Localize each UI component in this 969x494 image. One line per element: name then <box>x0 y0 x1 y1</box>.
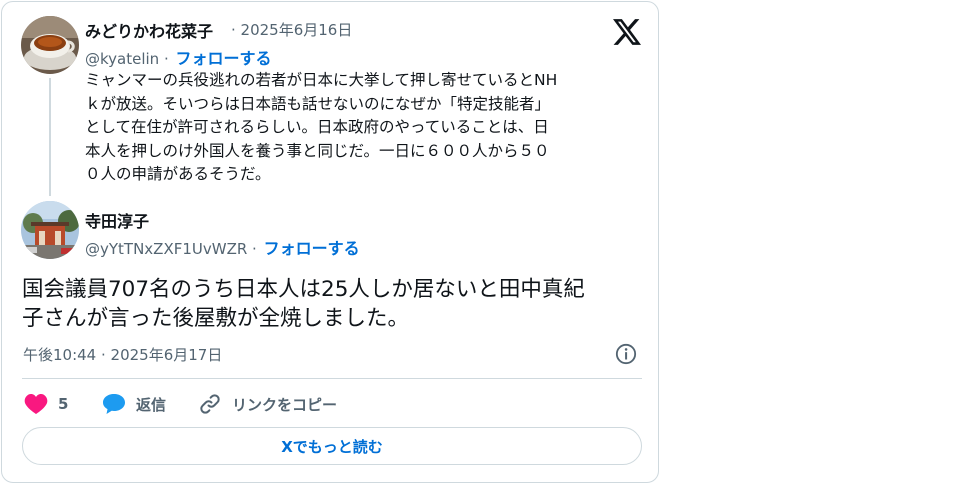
quoted-author-handle[interactable]: @kyatelin · <box>85 50 169 68</box>
quoted-text-line: として在住が許可されるらしい。日本政府のやっていることは、日 <box>85 118 549 136</box>
copy-link-label: リンクをコピー <box>232 395 338 414</box>
avatar[interactable] <box>21 201 79 259</box>
post-timestamp[interactable]: 午後10:44 · 2025年6月17日 <box>23 344 222 365</box>
post-text-line: 国会議員707名のうち日本人は25人しか居ないと田中真紀 <box>22 277 585 302</box>
divider <box>22 378 642 379</box>
link-icon <box>200 394 220 414</box>
speech-bubble-icon <box>103 394 125 414</box>
reply-button[interactable]: 返信 <box>102 391 166 417</box>
reply-label: 返信 <box>136 395 167 414</box>
quoted-text-line: ミャンマーの兵役逃れの若者が日本に大挙して押し寄せているとNH <box>85 71 558 89</box>
quoted-author-name[interactable]: みどりかわ花菜子 <box>85 18 213 42</box>
quoted-text-line: 本人を押しのけ外国人を養う事と同じだ。一日に６００人から５０ <box>85 141 550 160</box>
x-logo-icon[interactable] <box>613 19 641 45</box>
quoted-post-text: ミャンマーの兵役逃れの若者が日本に大挙して押し寄せているとNH ｋが放送。そいつ… <box>85 69 641 187</box>
reply-post-text: 国会議員707名のうち日本人は25人しか居ないと田中真紀 子さんが言った後屋敷が… <box>22 275 647 333</box>
avatar[interactable] <box>21 16 79 74</box>
info-icon[interactable] <box>615 343 637 365</box>
quoted-post-date[interactable]: · 2025年6月16日 <box>231 19 352 40</box>
reply-author-handle[interactable]: @yYtTNxZXF1UvWZR · <box>85 240 257 258</box>
follow-button[interactable]: フォローする <box>264 239 360 258</box>
like-button[interactable]: 5 <box>24 391 68 417</box>
quoted-text-line: ｋが放送。そいつらは日本語も話せないのになぜか「特定技能者」 <box>85 94 551 113</box>
thread-connector-line <box>49 78 51 196</box>
like-count: 5 <box>58 395 69 413</box>
read-more-button[interactable]: Xでもっと読む <box>22 427 642 465</box>
quoted-text-line: ０人の申請があるそうだ。 <box>85 165 271 183</box>
post-text-line: 子さんが言った後屋敷が全焼しました。 <box>22 306 410 331</box>
copy-link-button[interactable]: リンクをコピー <box>198 391 337 417</box>
follow-button[interactable]: フォローする <box>176 49 272 68</box>
embedded-post-card: みどりかわ花菜子 · 2025年6月16日 @kyatelin · フォローする… <box>1 1 659 483</box>
reply-author-name[interactable]: 寺田淳子 <box>85 208 149 232</box>
heart-icon <box>24 394 48 414</box>
